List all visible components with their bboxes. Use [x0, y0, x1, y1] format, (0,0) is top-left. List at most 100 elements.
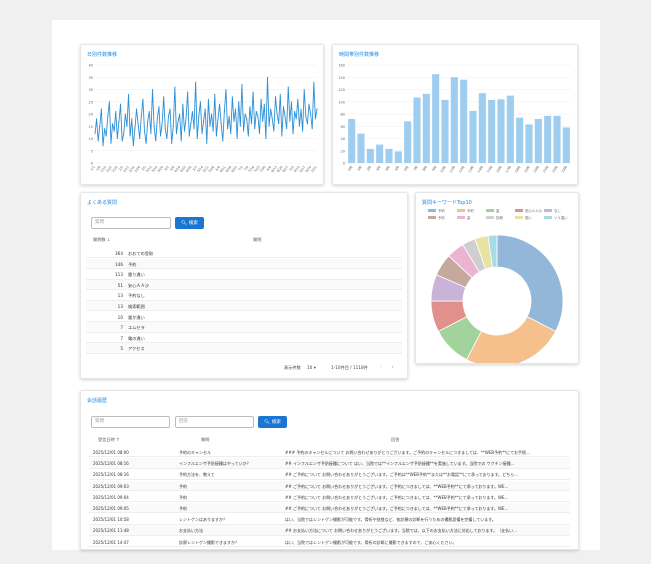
line-point: [289, 120, 291, 122]
arrow-down-icon: ↓: [106, 237, 111, 242]
line-point: [207, 98, 209, 100]
line-point: [287, 86, 289, 88]
history-row[interactable]: 2025/12/01 08:16 予約方法を、教えて ## ご予約について お問…: [89, 469, 570, 480]
faq-row-question: ユムセラ: [128, 325, 145, 331]
line-point: [203, 120, 205, 122]
history-search-button-label: 検索: [271, 420, 281, 425]
line-point: [276, 113, 278, 115]
faq-col-count[interactable]: 質問数 ↓: [93, 237, 110, 243]
line-point: [310, 113, 312, 115]
next-page-icon[interactable]: ›: [392, 364, 394, 369]
line-point: [156, 118, 158, 120]
legend-swatch: [428, 209, 436, 212]
faq-row-question: 予約なし: [128, 293, 145, 299]
bar-x-tick: 20時: [532, 164, 541, 173]
line-point: [211, 113, 213, 115]
line-point: [201, 133, 203, 135]
line-y-tick: 30: [89, 88, 93, 92]
keyword-panel: 質問キーワードTop10 予約 予約量安心ＡＡ沙 なし 予約量診療 揃い ソリ違い: [415, 192, 579, 364]
line-point: [127, 93, 130, 95]
history-row-answer: ## お支払い方法について お問い合わせありがとうございます。当院では、以下のお…: [285, 528, 518, 534]
line-point: [308, 103, 310, 105]
line-point: [311, 128, 313, 130]
line-point: [183, 130, 185, 132]
history-row[interactable]: 2025/12/01 10:58 レントゲンはありますか？ はい、当院ではレント…: [89, 514, 570, 525]
history-row-answer: ## ご予約について お問い合わせありがとうございます。ご予約につきましては、*…: [285, 494, 509, 500]
line-point: [129, 135, 131, 137]
bar: [516, 117, 524, 163]
line-point: [244, 113, 246, 115]
bar: [525, 124, 533, 163]
line-point: [268, 125, 270, 127]
faq-row[interactable]: 51 安心ＡＡ沙: [86, 279, 402, 291]
faq-row[interactable]: 146 予約: [86, 258, 402, 269]
faq-row[interactable]: 5 アクセス: [86, 343, 402, 354]
faq-search-button[interactable]: 🔍︎ 検索: [175, 217, 204, 229]
bar-x-tick: 8時: [421, 164, 429, 172]
history-row[interactable]: 2025/12/01 09:05 予約 ## ご予約について お問い合わせありが…: [89, 503, 570, 514]
faq-row[interactable]: 113 量り違い: [86, 269, 402, 280]
faq-row[interactable]: 7 電の違い: [86, 332, 402, 344]
legend-swatch: [515, 209, 523, 212]
history-col-answer[interactable]: 回答: [391, 437, 399, 443]
faq-col-question[interactable]: 質問: [253, 237, 261, 243]
line-point: [215, 135, 217, 137]
faq-row[interactable]: 7 ユムセラ: [86, 322, 402, 333]
line-point: [198, 115, 200, 117]
history-answer-input[interactable]: 回答: [175, 416, 254, 428]
bar: [488, 99, 496, 163]
history-row[interactable]: 2025/12/01 09:04 予約 ## ご予約について お問い合わせありが…: [89, 491, 570, 503]
prev-page-icon[interactable]: ‹: [380, 364, 382, 369]
line-point: [182, 103, 184, 105]
line-point: [270, 108, 272, 110]
bar-y-tick: 140: [338, 76, 345, 80]
faq-row[interactable]: 13 予約なし: [86, 290, 402, 301]
line-point: [171, 142, 173, 144]
line-point: [302, 130, 304, 132]
line-point: [187, 91, 189, 93]
line-point: [175, 133, 178, 135]
history-col-date[interactable]: 受信日時 ↑: [98, 437, 120, 443]
history-row-answer: はい、当院ではレントゲン撮影が可能です。骨折や捻挫など、各診療の診断を行うための…: [285, 517, 496, 523]
line-point: [303, 88, 305, 91]
hourly-count-chart: 0 20 40 60 80 100 120 140 160 0時 1時 2時 3時 4時 5時 6時 7時 8時 9…: [338, 64, 571, 174]
history-row-question: お支払い方法: [179, 528, 203, 534]
history-row[interactable]: 2025/12/01 08:00 予約のキャンセル ### 予約のキャンセルにつ…: [89, 447, 570, 458]
faq-page-size-select[interactable]: 10 ▾: [307, 365, 316, 370]
legend-label: 量: [496, 208, 500, 213]
line-point: [159, 135, 162, 137]
line-point: [206, 142, 208, 144]
faq-row-count: 7: [120, 325, 123, 331]
line-point: [286, 128, 288, 130]
history-row-answer: ## ご予約について お問い合わせありがとうございます。ご予約は**WEB予約*…: [285, 472, 519, 478]
history-row[interactable]: 2025/12/01 09:03 予約 ## ご予約について お問い合わせありが…: [89, 480, 570, 491]
faq-row[interactable]: 13 検索範囲: [86, 301, 402, 312]
faq-row-question: 検索範囲: [128, 304, 145, 309]
keyword-donut-chart: 予約 予約量安心ＡＡ沙 なし予約量診療 揃い ソリ違い: [428, 208, 568, 363]
line-point: [169, 108, 171, 110]
line-point: [313, 81, 315, 83]
line-point: [108, 101, 110, 103]
faq-page-size-label: 表示件数: [284, 365, 301, 370]
history-row[interactable]: 2025/12/01 14:47 診察レントゲン撮影できますか？ はい、当院では…: [89, 536, 570, 547]
legend-label: 診療: [496, 215, 503, 220]
history-row-date: 2025/12/01 08:00: [93, 450, 129, 455]
line-point: [250, 123, 253, 125]
faq-row-count: 13: [117, 304, 123, 309]
bar-x-tick: 22時: [551, 164, 560, 173]
faq-row[interactable]: 364 おおての受取: [86, 248, 402, 259]
faq-search-input[interactable]: 質問: [91, 217, 171, 229]
faq-row[interactable]: 10 量が違い: [86, 311, 402, 322]
history-row[interactable]: 2025/12/01 11:48 お支払い方法 ## お支払い方法について お問…: [89, 525, 570, 536]
line-point: [180, 140, 182, 142]
history-question-input[interactable]: 質問: [91, 416, 170, 428]
line-point: [107, 115, 109, 117]
history-search-button[interactable]: 🔍︎ 検索: [258, 416, 287, 428]
history-title: 会話履歴: [87, 398, 108, 404]
line-point: [230, 133, 232, 135]
history-row[interactable]: 2025/12/01 08:16 インフルエンザ予防接種はやっていか？ ## イ…: [89, 458, 570, 469]
line-point: [153, 125, 155, 127]
bar-x-tick: 16時: [495, 164, 504, 173]
history-col-question[interactable]: 質問: [201, 437, 209, 443]
line-point: [228, 115, 230, 117]
